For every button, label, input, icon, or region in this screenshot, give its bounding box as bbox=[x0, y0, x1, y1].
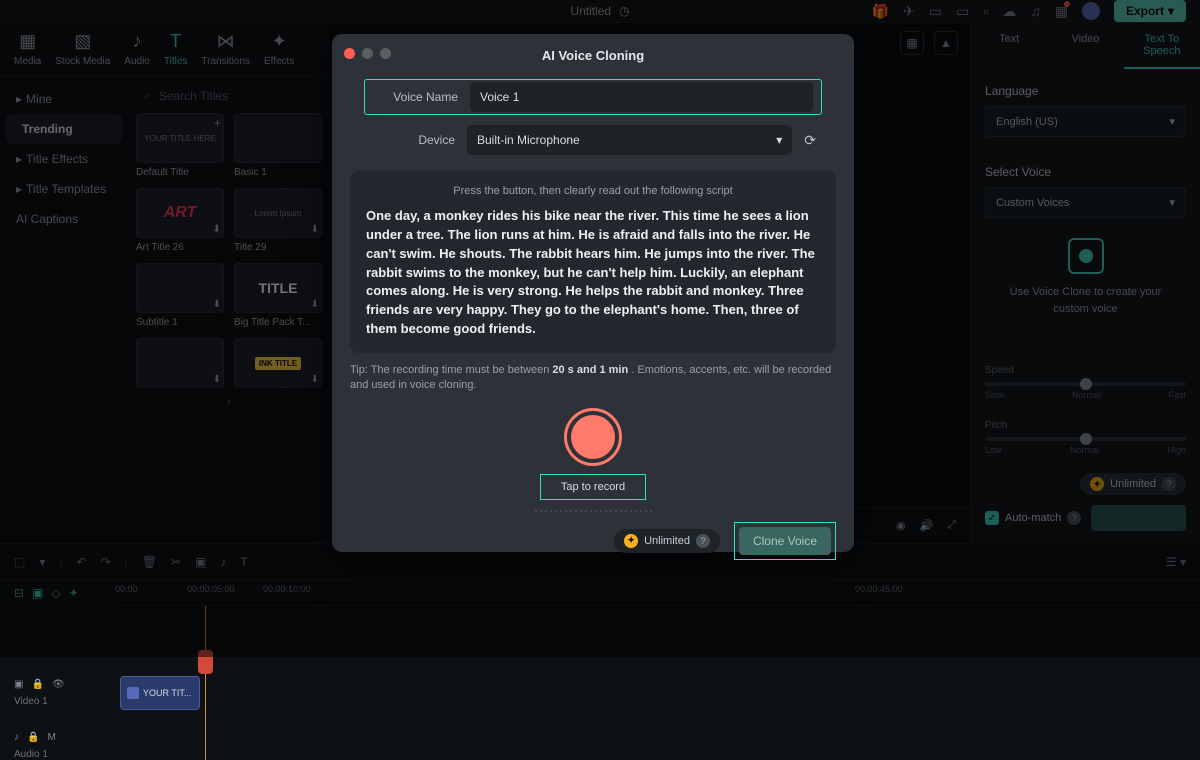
chevron-down-icon: ▾ bbox=[776, 133, 782, 147]
timeline-clip[interactable]: YOUR TIT... bbox=[120, 676, 200, 710]
recording-tip: Tip: The recording time must be between … bbox=[350, 363, 836, 394]
script-body: One day, a monkey rides his bike near th… bbox=[366, 207, 820, 339]
voice-name-input[interactable] bbox=[470, 82, 813, 112]
audio-track-label: Audio 1 bbox=[0, 749, 1200, 760]
record-button[interactable] bbox=[564, 408, 622, 466]
script-hint: Press the button, then clearly read out … bbox=[366, 185, 820, 197]
maximize-window-icon[interactable] bbox=[380, 48, 391, 59]
help-icon[interactable]: ? bbox=[696, 534, 710, 548]
tap-to-record-label: Tap to record bbox=[540, 474, 646, 500]
device-label: Device bbox=[370, 133, 455, 147]
ai-voice-cloning-modal: AI Voice Cloning Voice Name Device Built… bbox=[332, 34, 854, 552]
script-card: Press the button, then clearly read out … bbox=[350, 171, 836, 353]
audio-track-head[interactable]: ♪🔒M bbox=[0, 732, 115, 743]
minimize-window-icon[interactable] bbox=[362, 48, 373, 59]
modal-title: AI Voice Cloning bbox=[350, 48, 836, 63]
video-track-head[interactable]: ▣🔒👁 bbox=[0, 679, 115, 690]
visibility-icon[interactable]: 👁 bbox=[52, 679, 65, 690]
clip-type-icon bbox=[127, 687, 139, 699]
refresh-icon[interactable]: ⟳ bbox=[804, 132, 816, 149]
unlimited-badge[interactable]: ✦Unlimited? bbox=[614, 529, 720, 553]
clone-voice-button[interactable]: Clone Voice bbox=[739, 527, 831, 555]
device-select[interactable]: Built-in Microphone▾ bbox=[467, 125, 792, 155]
close-window-icon[interactable] bbox=[344, 48, 355, 59]
voice-name-label: Voice Name bbox=[373, 90, 458, 104]
